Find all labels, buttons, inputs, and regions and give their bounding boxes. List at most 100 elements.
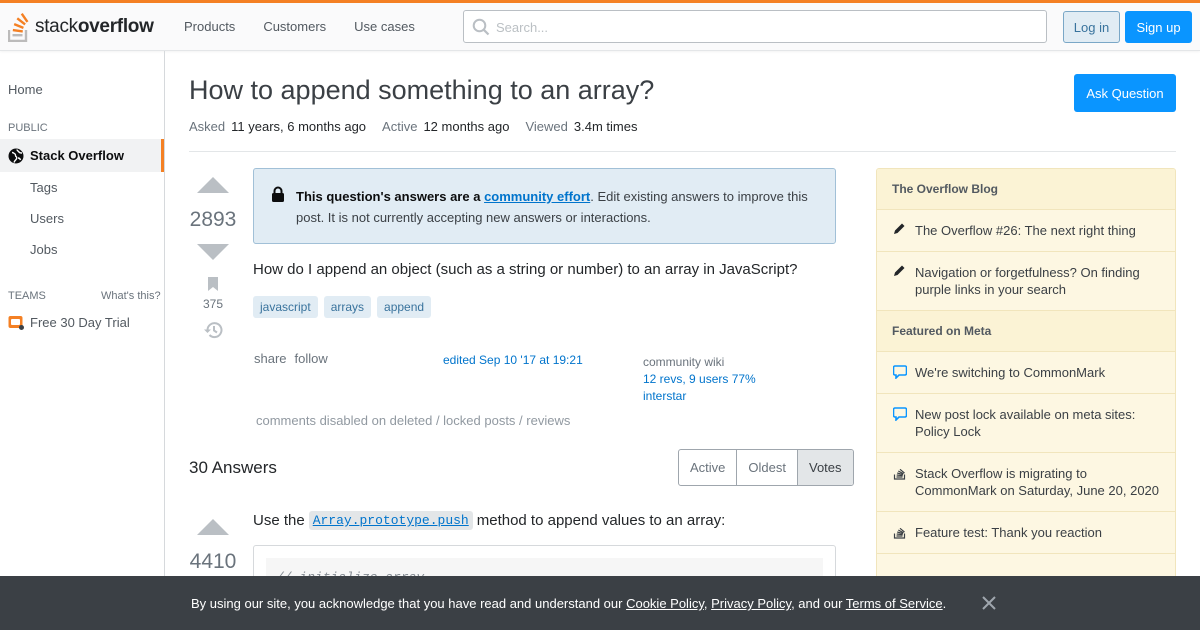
question-tags: javascript arrays append <box>253 296 437 318</box>
array-push-link[interactable]: Array.prototype.push <box>308 511 473 530</box>
sidebar-item-stackoverflow[interactable]: Stack Overflow <box>0 139 164 172</box>
sidebar-item-tags[interactable]: Tags <box>30 180 57 195</box>
community-effort-notice: This question's answers are a community … <box>253 168 836 244</box>
answer-body: Use the Array.prototype.push method to a… <box>253 511 725 530</box>
header-divider <box>189 151 1176 152</box>
free-trial-label: Free 30 Day Trial <box>30 314 130 330</box>
sidebar-item-users[interactable]: Users <box>30 211 64 226</box>
sidebar-section-public: PUBLIC <box>8 122 48 134</box>
pencil-icon <box>894 223 905 234</box>
sidebar-item-label: Stack Overflow <box>30 148 124 163</box>
community-wiki-label: community wiki <box>643 355 725 369</box>
tag-append[interactable]: append <box>377 296 432 318</box>
terms-of-service-link[interactable]: Terms of Service <box>846 596 943 611</box>
sort-active[interactable]: Active <box>679 450 738 485</box>
cookie-text-2: , and our <box>791 596 843 611</box>
login-button[interactable]: Log in <box>1063 11 1120 43</box>
author-link[interactable]: interstar <box>643 388 756 405</box>
nav-products[interactable]: Products <box>170 11 249 42</box>
cookie-text: By using our site, you acknowledge that … <box>191 596 946 611</box>
stack-logo-icon <box>8 13 29 42</box>
cookie-banner: By using our site, you acknowledge that … <box>0 576 1200 630</box>
community-wiki-info: community wiki 12 revs, 9 users 77% inte… <box>643 354 756 405</box>
blog-item[interactable]: The Overflow #26: The next right thing <box>877 210 1175 252</box>
free-trial-link[interactable]: Free 30 Day Trial <box>8 314 130 330</box>
tag-arrays[interactable]: arrays <box>323 296 372 318</box>
answer-sort-tabs: Active Oldest Votes <box>678 449 854 486</box>
sort-votes[interactable]: Votes <box>797 450 853 485</box>
search-input[interactable] <box>496 17 1036 37</box>
stackoverflow-logo[interactable]: stackoverflow <box>8 9 154 45</box>
stack-icon <box>893 468 906 480</box>
revisions-link[interactable]: 12 revs, 9 users 77% <box>643 371 756 388</box>
search-icon <box>472 18 490 36</box>
top-bar: stackoverflow Products Customers Use cas… <box>0 0 1200 51</box>
chat-bubble-icon <box>893 407 907 421</box>
comments-disabled-text: comments disabled on deleted / locked po… <box>256 413 571 428</box>
tag-javascript[interactable]: javascript <box>253 296 318 318</box>
upvote-icon[interactable] <box>197 177 229 193</box>
top-nav: Products Customers Use cases <box>170 11 429 42</box>
answer-upvote-icon[interactable] <box>197 519 229 535</box>
cookie-text-3: . <box>942 596 947 611</box>
downvote-icon[interactable] <box>197 244 229 260</box>
share-link[interactable]: share <box>254 351 287 366</box>
blog-item-label: The Overflow #26: The next right thing <box>915 223 1136 238</box>
asked-value: 11 years, 6 months ago <box>231 119 367 134</box>
question-title[interactable]: How to append something to an array? <box>189 75 654 106</box>
answer-text-post: method to append values to an array: <box>476 512 726 529</box>
cookie-policy-link[interactable]: Cookie Policy <box>626 596 704 611</box>
nav-customers[interactable]: Customers <box>249 11 340 42</box>
meta-item-label: New post lock available on meta sites: P… <box>915 407 1136 439</box>
left-sidebar: Home PUBLIC Stack Overflow Tags Users Jo… <box>0 51 165 630</box>
meta-item-label: We're switching to CommonMark <box>915 365 1106 380</box>
answer-text-pre: Use the <box>253 512 305 529</box>
meta-item-label: Stack Overflow is migrating to CommonMar… <box>915 466 1160 498</box>
question-vote-cell: 2893 375 <box>189 177 237 342</box>
bookmark-count: 375 <box>202 297 224 311</box>
blog-item[interactable]: Navigation or forgetfulness? On finding … <box>877 252 1175 311</box>
cookie-sep: , <box>703 596 708 611</box>
sidebar-widget: The Overflow Blog The Overflow #26: The … <box>876 168 1176 588</box>
question-meta: Asked 11 years, 6 months ago Active 12 m… <box>189 119 653 134</box>
history-icon[interactable] <box>203 321 223 339</box>
question-body: How do I append an object (such as a str… <box>253 261 798 278</box>
notice-bold: This question's answers are a <box>296 189 481 204</box>
sidebar-item-jobs[interactable]: Jobs <box>30 242 57 257</box>
cookie-text-1: By using our site, you acknowledge that … <box>191 596 623 611</box>
ask-question-button[interactable]: Ask Question <box>1074 74 1176 112</box>
privacy-policy-link[interactable]: Privacy Policy <box>711 596 791 611</box>
active-label: Active <box>382 119 418 134</box>
meta-item[interactable]: We're switching to CommonMark <box>877 352 1175 394</box>
blog-header: The Overflow Blog <box>877 169 1175 210</box>
stack-icon <box>893 527 906 539</box>
search-box[interactable] <box>463 10 1047 43</box>
signup-button[interactable]: Sign up <box>1125 11 1192 43</box>
meta-item[interactable]: New post lock available on meta sites: P… <box>877 394 1175 453</box>
active-value[interactable]: 12 months ago <box>423 119 509 134</box>
teams-briefcase-icon <box>8 316 24 330</box>
follow-link[interactable]: follow <box>295 351 328 366</box>
viewed-value: 3.4m times <box>573 119 638 134</box>
pencil-icon <box>894 265 905 276</box>
edited-link[interactable]: edited Sep 10 '17 at 19:21 <box>443 353 583 367</box>
blog-item-label: Navigation or forgetfulness? On finding … <box>915 265 1140 297</box>
meta-item-label: Feature test: Thank you reaction <box>915 525 1102 540</box>
viewed-label: Viewed <box>525 119 568 134</box>
bookmark-icon[interactable] <box>207 276 219 292</box>
close-icon[interactable] <box>980 594 998 612</box>
question-vote-count: 2893 <box>189 208 237 231</box>
sidebar-section-teams: TEAMS <box>8 290 46 302</box>
globe-icon <box>8 148 24 163</box>
whats-this-link[interactable]: What's this? <box>101 290 161 302</box>
logo-text: stackoverflow <box>35 16 154 37</box>
post-menu: share follow <box>254 351 336 366</box>
meta-item[interactable]: Feature test: Thank you reaction <box>877 512 1175 554</box>
sidebar-item-home[interactable]: Home <box>8 82 43 97</box>
meta-item[interactable]: Stack Overflow is migrating to CommonMar… <box>877 453 1175 512</box>
asked-label: Asked <box>189 119 226 134</box>
community-effort-link[interactable]: community effort <box>484 189 590 204</box>
sort-oldest[interactable]: Oldest <box>737 450 798 485</box>
lock-icon <box>272 186 284 202</box>
nav-use-cases[interactable]: Use cases <box>340 11 429 42</box>
